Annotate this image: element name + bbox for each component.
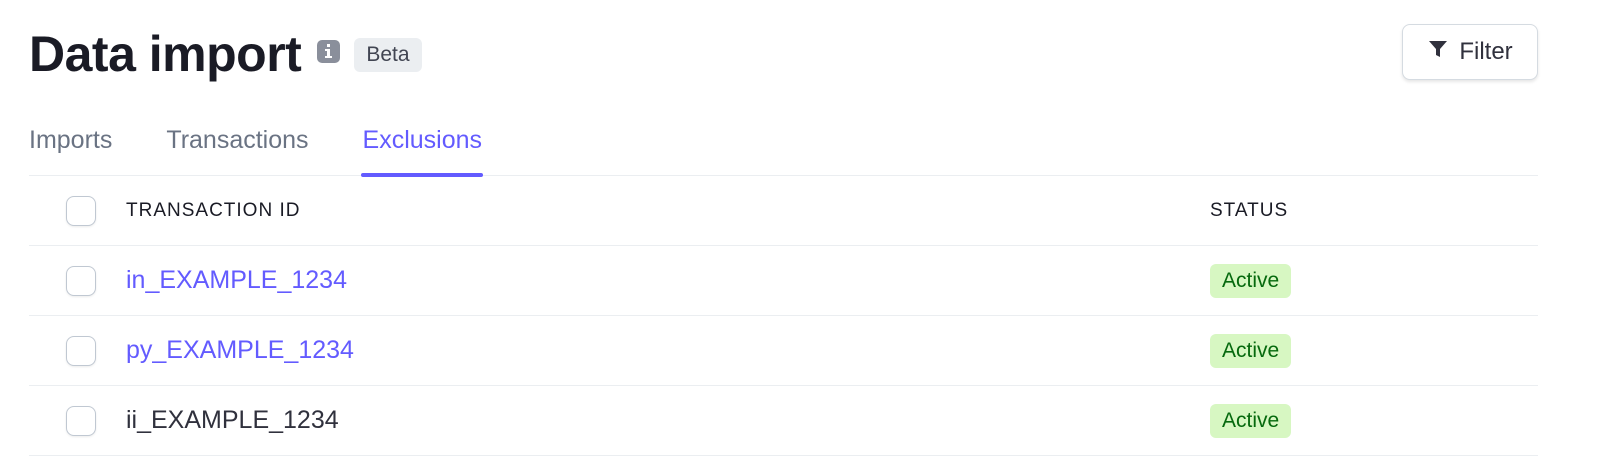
tab-bar: Imports Transactions Exclusions <box>29 118 1538 177</box>
filter-button-label: Filter <box>1459 38 1513 65</box>
tab-exclusions[interactable]: Exclusions <box>360 118 483 177</box>
status-badge: Active <box>1210 403 1292 438</box>
tab-transactions[interactable]: Transactions <box>166 118 308 176</box>
page: Data import Beta Filter Imports Transact… <box>0 0 1600 464</box>
table-row: ii_EXAMPLE_1234 Active <box>29 386 1538 456</box>
exclusions-table: TRANSACTION ID STATUS in_EXAMPLE_1234 Ac… <box>29 176 1538 456</box>
row-checkbox[interactable] <box>66 265 96 296</box>
column-header-status: STATUS <box>1210 199 1289 221</box>
row-checkbox[interactable] <box>66 405 96 436</box>
table-header-row: TRANSACTION ID STATUS <box>29 176 1538 246</box>
beta-badge: Beta <box>354 38 422 72</box>
table-row: py_EXAMPLE_1234 Active <box>29 316 1538 386</box>
page-header: Data import Beta Filter <box>29 24 1538 84</box>
transaction-id-link[interactable]: in_EXAMPLE_1234 <box>126 266 347 295</box>
filter-button[interactable]: Filter <box>1402 24 1538 80</box>
filter-funnel-icon <box>1427 38 1449 67</box>
table-row: in_EXAMPLE_1234 Active <box>29 246 1538 316</box>
row-checkbox[interactable] <box>66 335 96 366</box>
column-header-transaction-id: TRANSACTION ID <box>126 199 301 221</box>
page-title: Data import <box>29 26 302 82</box>
status-badge: Active <box>1210 333 1292 368</box>
transaction-id-link[interactable]: py_EXAMPLE_1234 <box>126 336 354 365</box>
transaction-id-text: ii_EXAMPLE_1234 <box>126 406 339 434</box>
select-all-checkbox[interactable] <box>66 195 96 226</box>
info-icon[interactable] <box>317 39 341 63</box>
tab-imports[interactable]: Imports <box>29 118 112 176</box>
status-badge: Active <box>1210 263 1292 298</box>
